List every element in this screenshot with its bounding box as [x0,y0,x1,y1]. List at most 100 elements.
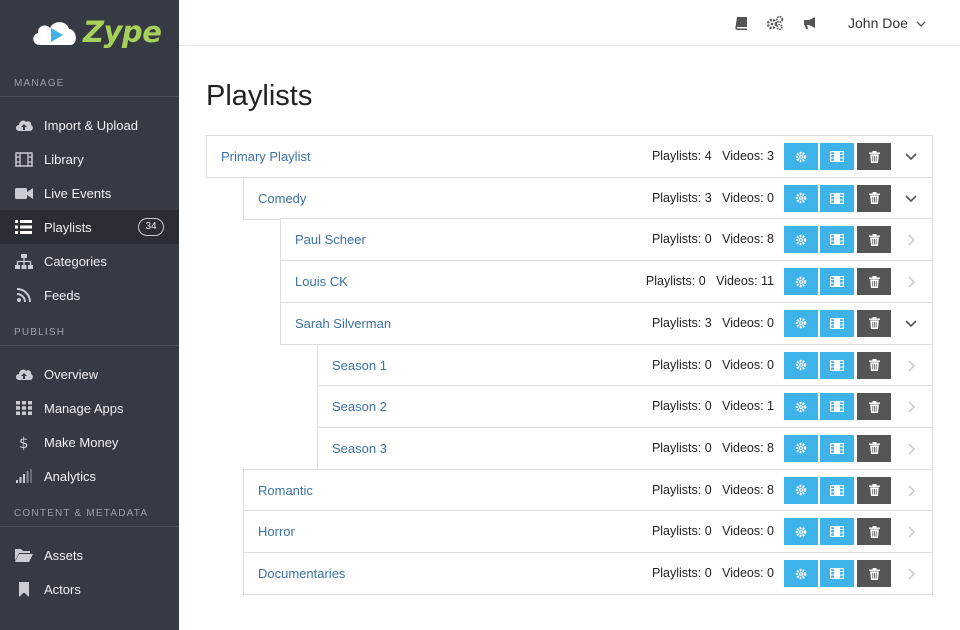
sidebar-item-categories[interactable]: Categories [0,244,179,278]
settings-button[interactable] [784,268,818,296]
bullhorn-icon[interactable] [801,14,819,32]
book-icon[interactable] [732,14,750,32]
playlist-name-link[interactable]: Season 3 [332,441,387,456]
settings-button[interactable] [784,143,818,170]
sidebar-item-overview[interactable]: Overview [0,357,179,391]
settings-button[interactable] [784,393,818,421]
delete-button[interactable] [857,184,891,212]
sidebar-item-label: Categories [44,253,107,269]
settings-button[interactable] [784,560,818,587]
settings-button[interactable] [784,226,818,254]
videos-button[interactable] [820,560,854,587]
delete-button[interactable] [857,518,891,546]
delete-button[interactable] [857,351,891,379]
sidebar-item-live-events[interactable]: Live Events [0,176,179,210]
sidebar-item-feeds[interactable]: Feeds [0,278,179,312]
sidebar-item-analytics[interactable]: Analytics [0,459,179,493]
playlist-counts: Playlists: 3 Videos: 0 [651,315,774,330]
gear-icon [795,276,807,288]
delete-button[interactable] [857,309,891,337]
playlist-row[interactable]: Season 1 Playlists: 0 Videos: 0 [317,343,933,387]
playlist-row[interactable]: Comedy Playlists: 3 Videos: 0 [243,176,933,220]
playlist-row[interactable]: Romantic Playlists: 0 Videos: 8 [243,468,933,512]
gears-icon[interactable] [766,14,784,32]
videos-button[interactable] [820,476,854,504]
rss-icon [14,287,33,303]
settings-button[interactable] [784,434,818,462]
delete-button[interactable] [857,434,891,462]
playlist-name-link[interactable]: Comedy [258,191,306,206]
videos-button[interactable] [820,351,854,379]
sidebar-section-label: CONTENT & METADATA [14,508,149,519]
delete-button[interactable] [857,226,891,254]
playlist-name-link[interactable]: Paul Scheer [295,232,366,247]
sidebar-item-label: Import & Upload [44,117,138,133]
film-icon [830,568,844,579]
playlist-name-link[interactable]: Louis CK [295,274,348,289]
sitemap-icon [14,253,33,269]
trash-icon [868,525,880,538]
gear-icon [795,192,807,204]
sidebar-item-manage-apps[interactable]: Manage Apps [0,391,179,425]
signal-bars-icon [14,468,33,484]
gear-icon [795,317,807,329]
delete-button[interactable] [857,268,891,296]
playlist-counts: Playlists: 0 Videos: 0 [651,357,774,372]
videos-button[interactable] [820,143,854,170]
playlist-name-link[interactable]: Primary Playlist [221,149,311,164]
chevron-right-icon [902,398,920,416]
sidebar-item-playlists[interactable]: Playlists 34 [0,210,179,244]
playlist-name-link[interactable]: Season 1 [332,358,387,373]
playlist-row[interactable]: Primary Playlist Playlists: 4 Videos: 3 [206,135,933,178]
user-menu[interactable]: John Doe [848,15,926,31]
playlist-row[interactable]: Season 2 Playlists: 0 Videos: 1 [317,385,933,429]
chevron-down-icon[interactable] [902,190,920,208]
videos-button[interactable] [820,226,854,254]
playlist-row[interactable]: Sarah Silverman Playlists: 3 Videos: 0 [280,301,933,345]
videos-button[interactable] [820,393,854,421]
top-bar: John Doe [179,0,960,46]
videos-button[interactable] [820,309,854,337]
trash-icon [868,442,880,455]
sidebar-item-assets[interactable]: Assets [0,538,179,572]
videos-button[interactable] [820,268,854,296]
playlist-row[interactable]: Season 3 Playlists: 0 Videos: 8 [317,426,933,470]
sidebar-item-library[interactable]: Library [0,142,179,176]
sidebar-item-label: Playlists [44,219,92,235]
playlist-name-link[interactable]: Documentaries [258,566,345,581]
settings-button[interactable] [784,351,818,379]
sidebar-item-actors[interactable]: Actors [0,572,179,606]
sidebar-item-label: Library [44,151,84,167]
chevron-down-icon[interactable] [902,315,920,333]
sidebar-nav: MANAGE Import & Upload Library Live Events P… [0,64,179,606]
playlist-row[interactable]: Horror Playlists: 0 Videos: 0 [243,510,933,554]
playlist-name-link[interactable]: Romantic [258,483,313,498]
brand-logo[interactable]: Zype [0,0,179,64]
playlist-row[interactable]: Documentaries Playlists: 0 Videos: 0 [243,552,933,595]
gear-icon [795,151,807,163]
trash-icon [868,150,880,163]
videos-button[interactable] [820,518,854,546]
playlist-name-link[interactable]: Horror [258,524,295,539]
settings-button[interactable] [784,476,818,504]
trash-icon [868,275,880,288]
settings-button[interactable] [784,309,818,337]
sidebar-item-make-money[interactable]: $ Make Money [0,425,179,459]
settings-button[interactable] [784,184,818,212]
delete-button[interactable] [857,143,891,170]
playlist-name-link[interactable]: Sarah Silverman [295,316,391,331]
playlist-row[interactable]: Louis CK Playlists: 0 Videos: 11 [280,260,933,304]
delete-button[interactable] [857,560,891,587]
videos-button[interactable] [820,184,854,212]
sidebar-item-import-upload[interactable]: Import & Upload [0,108,179,142]
delete-button[interactable] [857,476,891,504]
chevron-down-icon[interactable] [902,148,920,166]
videos-button[interactable] [820,434,854,462]
gear-icon [795,234,807,246]
settings-button[interactable] [784,518,818,546]
playlist-row[interactable]: Paul Scheer Playlists: 0 Videos: 8 [280,218,933,262]
playlist-name-link[interactable]: Season 2 [332,399,387,414]
delete-button[interactable] [857,393,891,421]
film-icon [830,276,844,288]
sidebar-item-label: Assets [44,547,84,563]
